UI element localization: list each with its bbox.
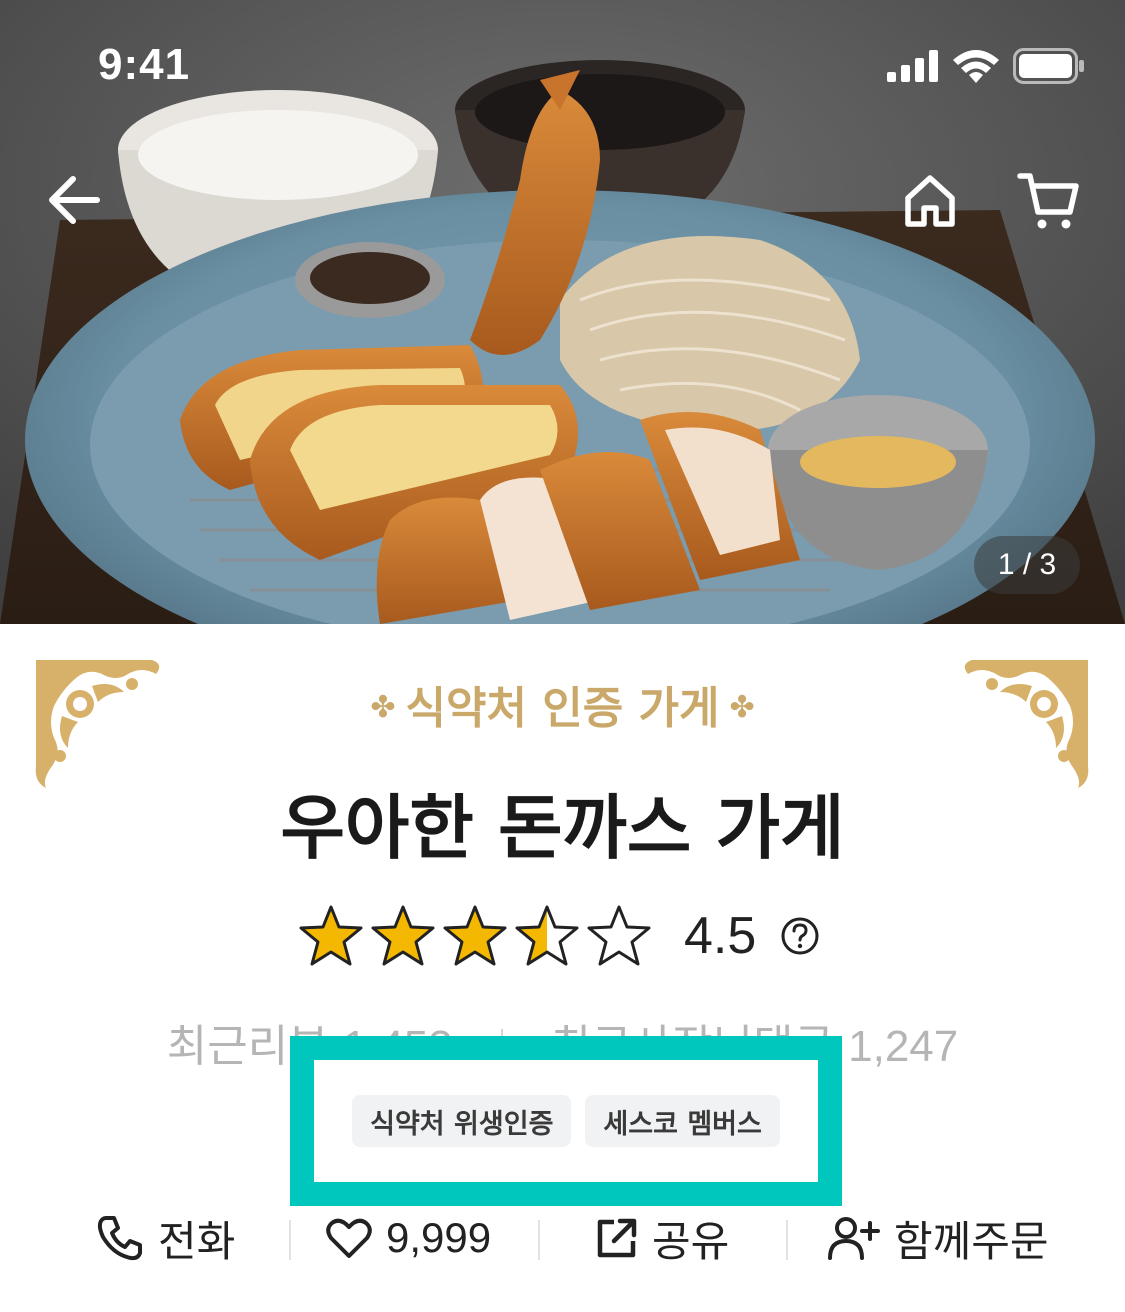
leaf-ornament-icon: ✤ (370, 690, 396, 725)
owner-replies-count: 1,247 (848, 1022, 959, 1071)
back-button[interactable] (38, 164, 110, 236)
store-name: 우아한 돈까스 가게 (280, 787, 845, 869)
star-half-icon (515, 905, 579, 966)
group-order-label: 함께주문 (894, 1216, 1049, 1266)
action-bar: 전화 9,999 공유 함께주문 (0, 1206, 1125, 1270)
home-button[interactable] (894, 164, 966, 236)
status-bar: 9:41 (0, 0, 1125, 130)
divider (289, 1220, 291, 1260)
hero-image-carousel[interactable]: 9:41 1 / 3 (0, 0, 1125, 624)
badges-highlight: 식약처 위생인증 세스코 멤버스 (290, 1036, 842, 1206)
home-icon (905, 175, 955, 227)
group-order-button[interactable]: 함께주문 (828, 1206, 1049, 1270)
badge-cesco-members: 세스코 멤버스 (585, 1095, 780, 1147)
page-indicator: 1 / 3 (974, 536, 1080, 594)
signal-icon (887, 50, 938, 82)
share-button[interactable]: 공유 (596, 1206, 729, 1270)
call-button[interactable]: 전화 (96, 1206, 235, 1270)
divider (538, 1220, 540, 1260)
battery-icon (1013, 48, 1084, 84)
badge-list: 식약처 위생인증 세스코 멤버스 (314, 1060, 818, 1182)
status-icons (887, 48, 1085, 84)
certification-text: 식약처 인증 가게 (405, 683, 720, 734)
like-button[interactable]: 9,999 (326, 1206, 491, 1270)
star-empty-icon (587, 905, 651, 966)
cart-icon (1017, 173, 1079, 229)
share-label: 공유 (652, 1216, 730, 1266)
badge-hygiene-certified: 식약처 위생인증 (352, 1095, 572, 1147)
rating-row[interactable]: 4.5 (298, 898, 820, 974)
leaf-ornament-icon: ✤ (729, 690, 755, 725)
add-user-icon (828, 1217, 880, 1260)
divider (786, 1220, 788, 1260)
call-label: 전화 (158, 1216, 236, 1266)
like-count: 9,999 (386, 1214, 492, 1261)
cart-button[interactable] (1012, 164, 1084, 236)
question-icon[interactable] (780, 916, 820, 956)
back-arrow-icon (49, 176, 100, 224)
wifi-icon (953, 50, 999, 83)
heart-icon (326, 1218, 372, 1258)
share-icon (597, 1218, 637, 1258)
star-full-icon (371, 905, 435, 966)
star-full-icon (299, 905, 363, 966)
status-time: 9:41 (98, 40, 191, 89)
certification-label: ✤ 식약처 인증 가게 ✤ (0, 672, 1125, 736)
phone-icon (97, 1216, 142, 1261)
rating-value: 4.5 (684, 907, 757, 965)
star-full-icon (443, 905, 507, 966)
